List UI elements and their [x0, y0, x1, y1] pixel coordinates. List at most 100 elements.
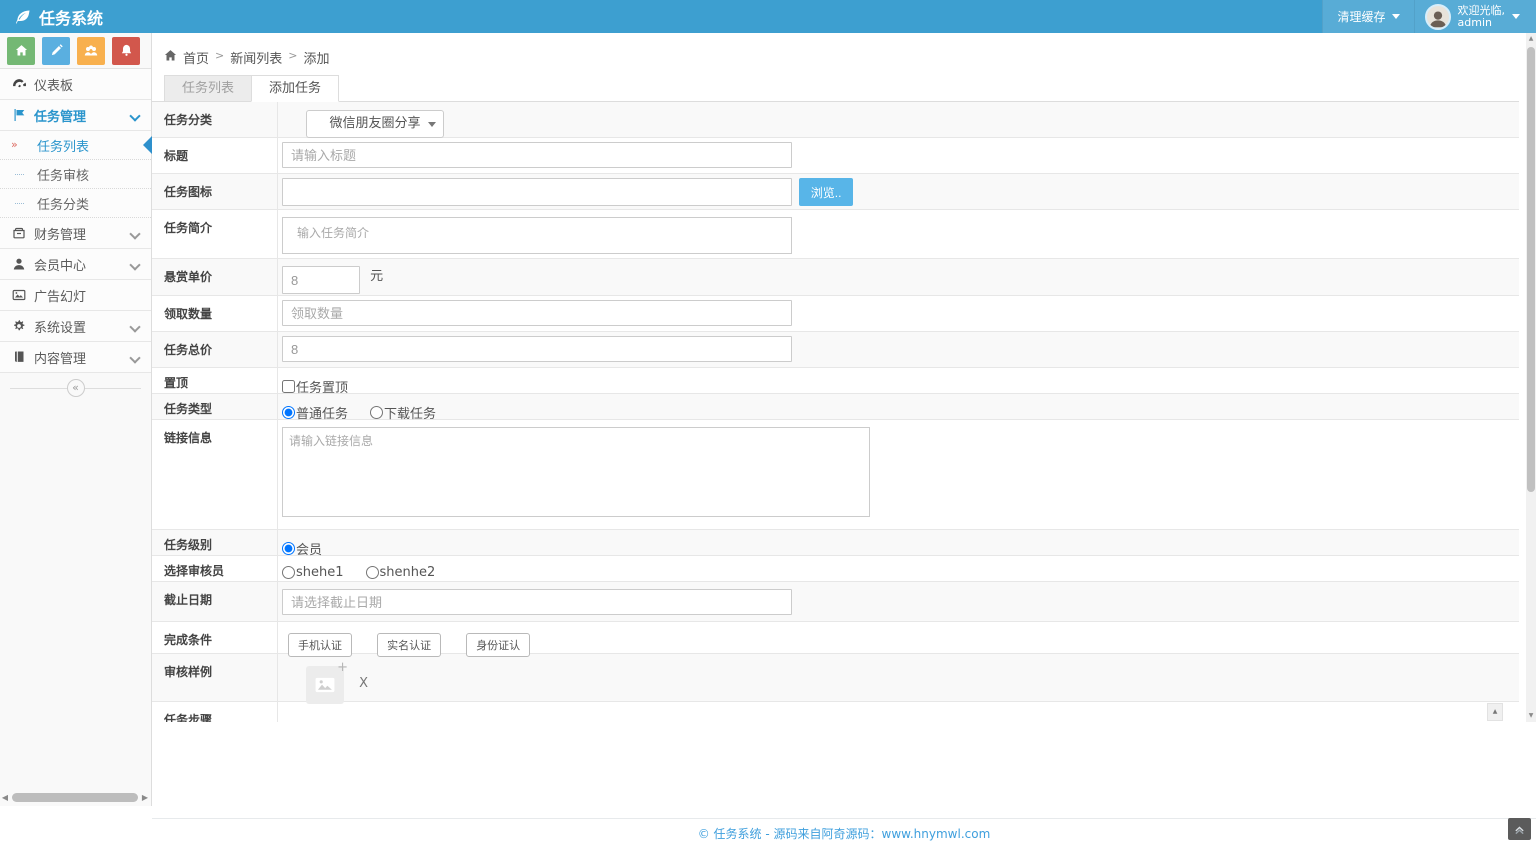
flag-icon	[12, 108, 34, 122]
form-row-price: 悬赏单价 元	[152, 259, 1519, 296]
task-type-download-radio[interactable]	[370, 406, 383, 419]
form-row-icon: 任务图标 浏览..	[152, 174, 1519, 210]
edit-quick-button[interactable]	[42, 37, 70, 65]
field-label: 审核样例	[152, 654, 278, 701]
chevron-down-icon	[131, 322, 139, 330]
sidebar-horizontal-scrollbar[interactable]: ◀ ▶	[0, 790, 150, 805]
tree-dash-icon	[15, 203, 24, 204]
auditor-shehe1-radio[interactable]	[282, 566, 295, 579]
icon-file-input[interactable]	[282, 178, 792, 206]
field-label: 任务总价	[152, 332, 278, 367]
remove-sample-button[interactable]: X	[359, 676, 368, 691]
image-placeholder-icon	[314, 674, 336, 696]
field-label: 链接信息	[152, 420, 278, 529]
notifications-quick-button[interactable]	[112, 37, 140, 65]
auditor-shenhe2-radio[interactable]	[366, 566, 379, 579]
top-header-bar: 任务系统 清理缓存 欢迎光临, admin	[0, 0, 1536, 33]
tab-task-list[interactable]: 任务列表	[164, 75, 251, 102]
field-label: 截止日期	[152, 582, 278, 621]
field-label: 完成条件	[152, 622, 278, 653]
breadcrumb-separator: >	[288, 48, 297, 62]
header-right-group: 清理缓存 欢迎光临, admin	[1322, 0, 1536, 33]
gear-icon	[12, 319, 34, 333]
footer-link[interactable]: www.hnymwl.com	[882, 827, 991, 841]
sub-item-label: 任务分类	[37, 194, 89, 213]
sidebar-item-dashboard[interactable]: 仪表板	[0, 69, 151, 100]
sidebar-item-task-category[interactable]: 任务分类	[0, 189, 151, 218]
users-quick-button[interactable]	[77, 37, 105, 65]
task-type-normal-radio[interactable]	[282, 406, 295, 419]
add-task-form: 任务分类 微信朋友圈分享 标题 任务图标 浏览..	[152, 101, 1519, 722]
sidebar-item-task-audit[interactable]: 任务审核	[0, 160, 151, 189]
slides-icon	[12, 288, 34, 302]
title-input[interactable]	[282, 142, 792, 168]
form-row-deadline: 截止日期	[152, 582, 1519, 622]
home-icon	[15, 44, 28, 57]
sub-item-label: 任务审核	[37, 165, 89, 184]
finance-icon	[12, 226, 34, 240]
vertical-scroll-thumb[interactable]	[1527, 47, 1535, 492]
users-icon	[84, 44, 98, 58]
breadcrumb-home[interactable]: 首页	[183, 48, 209, 67]
level-member-radio[interactable]	[282, 542, 295, 555]
sidebar-item-finance[interactable]: 财务管理	[0, 218, 151, 249]
app-logo[interactable]: 任务系统	[0, 5, 103, 29]
price-input[interactable]	[282, 266, 360, 294]
dashboard-icon	[12, 77, 34, 92]
sidebar: 仪表板 任务管理 » 任务列表 任务审核 任务分类	[0, 33, 152, 806]
scroll-left-icon[interactable]: ◀	[0, 793, 10, 802]
back-to-top-button[interactable]	[1508, 818, 1531, 840]
task-management-submenu: » 任务列表 任务审核 任务分类	[0, 131, 151, 218]
scroll-up-icon[interactable]: ▲	[1526, 33, 1536, 45]
horizontal-scroll-thumb[interactable]	[12, 793, 138, 802]
pin-top-checkbox[interactable]	[282, 380, 295, 393]
tab-add-task[interactable]: 添加任务	[251, 75, 339, 102]
category-select[interactable]: 微信朋友圈分享	[306, 110, 444, 138]
chevron-down-icon	[131, 260, 139, 268]
clear-cache-dropdown[interactable]: 清理缓存	[1322, 0, 1413, 33]
field-label: 任务步骤	[152, 702, 278, 722]
form-row-steps: 任务步骤	[152, 702, 1519, 722]
breadcrumb-news-list[interactable]: 新闻列表	[230, 48, 282, 67]
link-info-textarea[interactable]	[282, 427, 870, 517]
avatar	[1425, 4, 1451, 30]
clear-cache-label: 清理缓存	[1337, 8, 1385, 25]
user-menu[interactable]: 欢迎光临, admin	[1414, 0, 1536, 33]
sidebar-item-label: 系统设置	[34, 317, 86, 336]
sidebar-collapse-row: «	[0, 375, 151, 401]
field-label: 任务类型	[152, 394, 278, 419]
sidebar-item-content-management[interactable]: 内容管理	[0, 342, 151, 373]
main-content: 首页 > 新闻列表 > 添加 任务列表 添加任务 任务分类 微信朋友圈分享	[152, 33, 1519, 723]
sidebar-item-system-settings[interactable]: 系统设置	[0, 311, 151, 342]
browse-button[interactable]: 浏览..	[799, 178, 853, 206]
quantity-input[interactable]	[282, 300, 792, 326]
home-quick-button[interactable]	[7, 37, 35, 65]
caret-down-icon	[1392, 14, 1400, 19]
page-vertical-scrollbar[interactable]: ▲ ▼	[1526, 33, 1536, 722]
active-arrow-icon: »	[11, 138, 18, 151]
bell-icon	[120, 44, 133, 57]
sidebar-item-task-list[interactable]: » 任务列表	[0, 131, 151, 160]
chevron-down-icon	[131, 229, 139, 237]
total-price-input[interactable]	[282, 336, 792, 362]
pencil-icon	[50, 44, 63, 57]
sidebar-item-member-center[interactable]: 会员中心	[0, 249, 151, 280]
breadcrumb-add[interactable]: 添加	[303, 48, 329, 67]
collapse-sidebar-button[interactable]: «	[67, 379, 85, 397]
field-label: 置顶	[152, 368, 278, 393]
sidebar-item-label: 内容管理	[34, 348, 86, 367]
inner-scroll-up-button[interactable]: ▲	[1487, 703, 1503, 721]
intro-textarea[interactable]	[282, 217, 792, 254]
form-row-total: 任务总价	[152, 332, 1519, 368]
welcome-text: 欢迎光临, admin	[1458, 5, 1506, 29]
scroll-right-icon[interactable]: ▶	[140, 793, 150, 802]
select-caret-icon	[428, 122, 436, 127]
scroll-down-icon[interactable]: ▼	[1526, 710, 1536, 722]
auditor-shehe1-label: shehe1	[296, 565, 344, 580]
sidebar-item-task-management[interactable]: 任务管理	[0, 100, 151, 131]
sidebar-item-ad-slides[interactable]: 广告幻灯	[0, 280, 151, 311]
sample-image-placeholder[interactable]: +	[306, 666, 344, 704]
form-row-conditions: 完成条件 手机认证 实名认证 身份证认	[152, 622, 1519, 654]
field-label: 任务图标	[152, 174, 278, 209]
deadline-input[interactable]	[282, 589, 792, 615]
